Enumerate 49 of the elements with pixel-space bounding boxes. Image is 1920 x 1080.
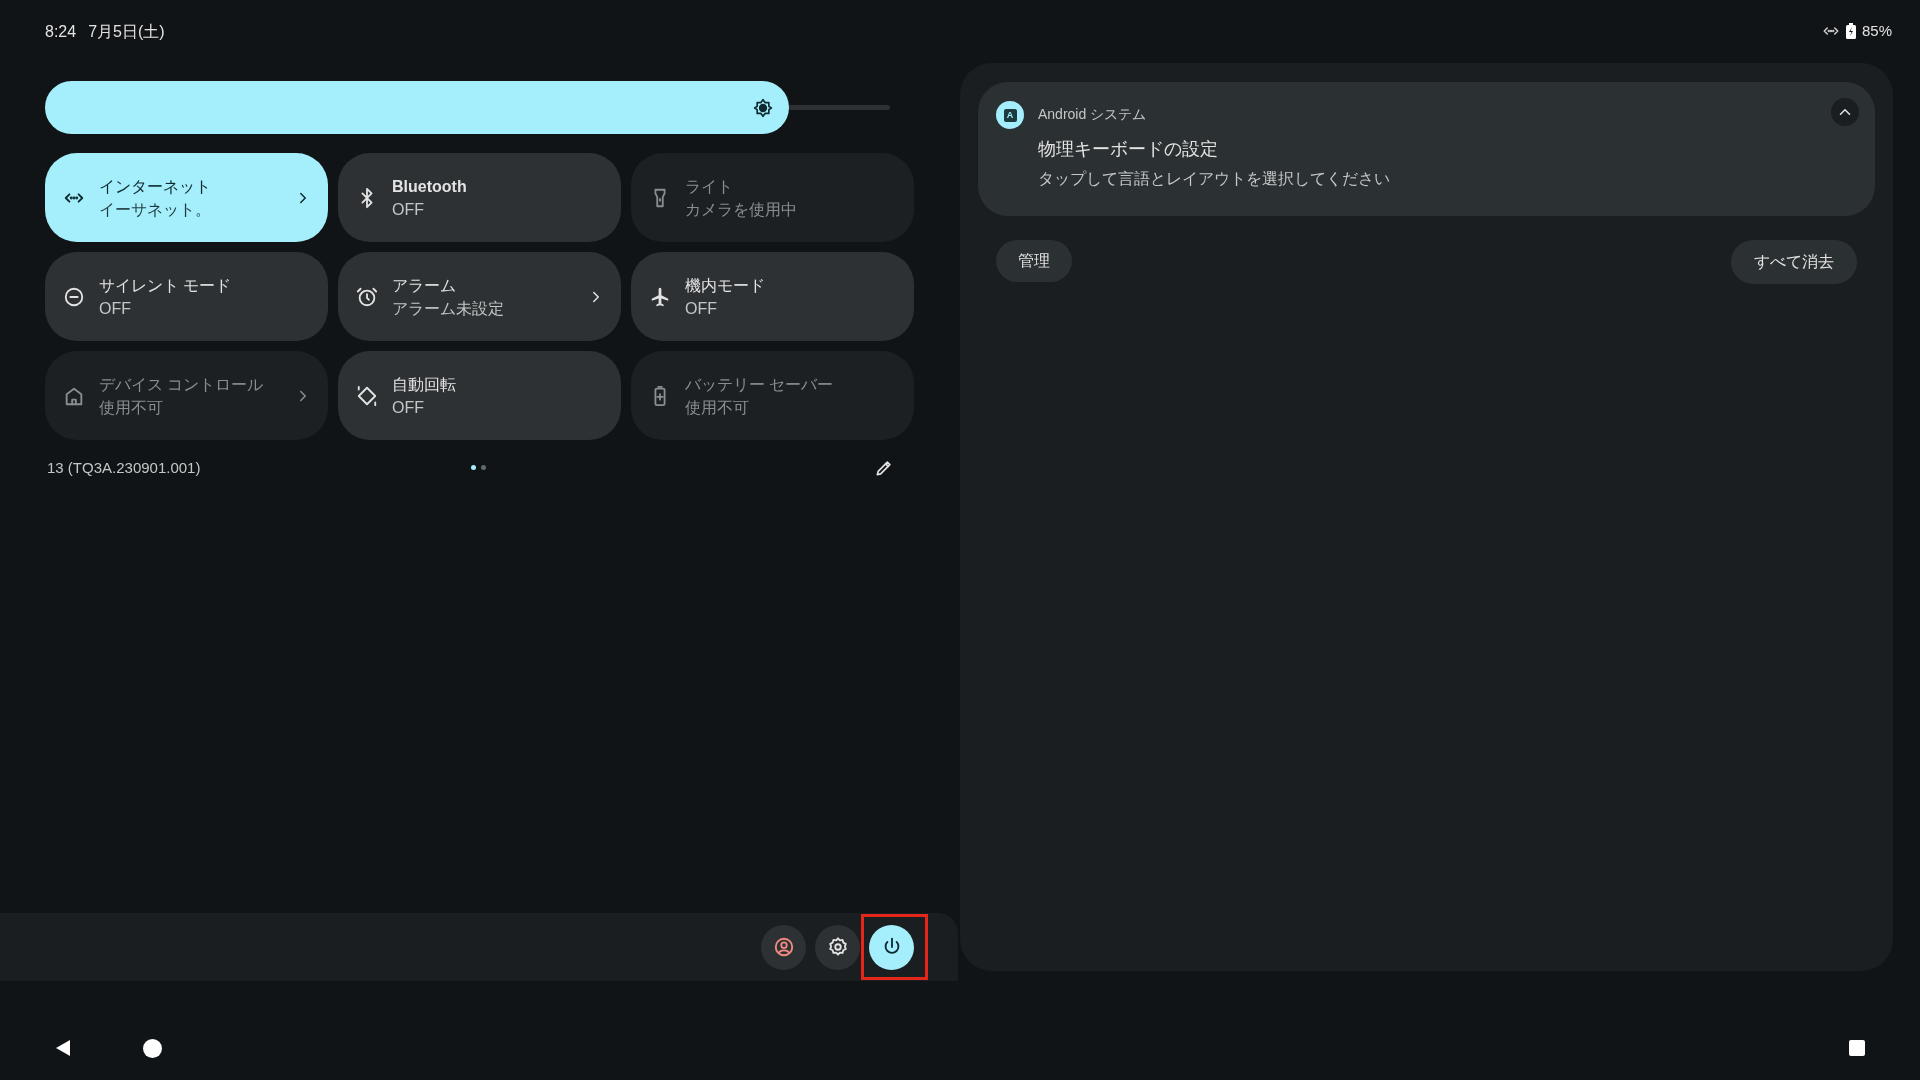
alarm-clock-icon (356, 285, 378, 308)
screen-rotation-icon (356, 384, 378, 407)
tile-title: バッテリー セーバー (685, 374, 835, 395)
tile-title: サイレント モード (99, 275, 233, 296)
tile-title: アラーム (392, 275, 457, 296)
gear-icon (826, 936, 849, 958)
notification-title: 物理キーボードの設定 (1038, 138, 1219, 161)
tile-title: インターネット (99, 176, 212, 197)
edit-pencil-icon (874, 458, 894, 478)
quick-settings-tile[interactable]: 自動回転 OFF (338, 351, 621, 440)
user-circle-icon (772, 936, 795, 958)
notification-app-name: Android システム (1038, 105, 1147, 124)
settings-button[interactable] (815, 924, 860, 970)
notification-text: タップして言語とレイアウトを選択してください (1038, 169, 1391, 189)
notification-card[interactable]: A Android システム 物理キーボードの設定 タップして言語とレイアウトを選択してください (978, 82, 1875, 216)
power-button[interactable] (869, 924, 914, 970)
tile-subtitle: OFF (685, 298, 718, 319)
quick-settings-tile[interactable]: Bluetooth OFF (338, 153, 621, 242)
tile-title: Bluetooth (392, 176, 468, 197)
clear-all-button[interactable]: すべて消去 (1731, 240, 1857, 284)
quick-settings-tile[interactable]: サイレント モード OFF (45, 252, 328, 341)
date-text: 7月5日(土) (88, 22, 165, 42)
battery-percentage: 85% (1861, 21, 1892, 41)
battery-icon (1845, 23, 1856, 40)
tile-subtitle: OFF (99, 298, 132, 319)
brightness-icon (752, 97, 773, 118)
quick-settings-tile[interactable]: インターネット イーサネット。 (45, 153, 328, 242)
minus-circle-icon (63, 285, 85, 308)
user-account-button[interactable] (761, 924, 806, 970)
manage-button[interactable]: 管理 (996, 240, 1072, 282)
airplane-icon (649, 285, 671, 308)
tile-title: デバイス コントロール (99, 374, 265, 395)
tile-subtitle: アラーム未設定 (392, 298, 505, 319)
tile-title: 機内モード (685, 275, 766, 296)
tile-subtitle: 使用不可 (685, 397, 750, 418)
app-badge-icon: A (996, 101, 1024, 129)
tile-subtitle: OFF (392, 199, 425, 220)
tile-subtitle: OFF (392, 397, 425, 418)
build-number: 13 (TQ3A.230901.001) (46, 457, 201, 478)
clock-time: 8:24 (45, 22, 77, 42)
tile-title: ライト (685, 176, 734, 197)
tile-subtitle: イーサネット。 (99, 199, 212, 220)
collapse-button[interactable] (1831, 98, 1859, 126)
quick-settings-tile[interactable]: 機内モード OFF (631, 252, 914, 341)
tile-subtitle: 使用不可 (99, 397, 164, 418)
tile-title: 自動回転 (392, 374, 457, 395)
quick-settings-tile[interactable]: アラーム アラーム未設定 (338, 252, 621, 341)
home-button[interactable] (143, 1038, 162, 1058)
tile-subtitle: カメラを使用中 (685, 199, 798, 220)
